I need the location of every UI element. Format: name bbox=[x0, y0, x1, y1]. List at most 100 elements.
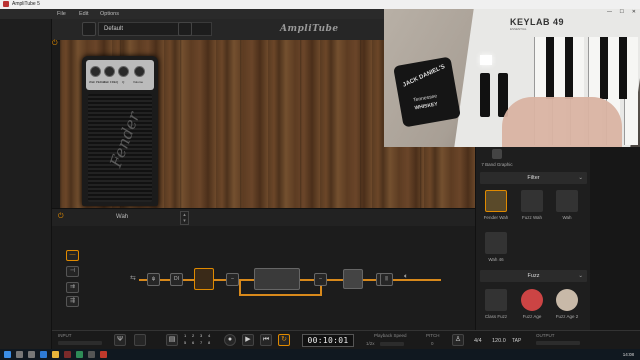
tap-button[interactable]: TAP bbox=[512, 338, 521, 344]
mixer-icon[interactable]: ⫼ bbox=[380, 273, 393, 286]
knob-label: Wah FREQ bbox=[103, 80, 119, 84]
post-slot-empty[interactable]: – bbox=[314, 273, 327, 286]
stage-power-icon[interactable]: ⏻ bbox=[52, 40, 60, 48]
metronome-icon[interactable]: ♙ bbox=[452, 334, 464, 346]
pedal-controls: Wah PEDAL Wah FREQ Q Volume bbox=[86, 60, 154, 90]
amplitube-taskbar-icon[interactable] bbox=[100, 351, 107, 358]
title-bar: AmpliTube 5 bbox=[0, 0, 640, 9]
item-label: Fuzz Age bbox=[522, 314, 542, 319]
stomp-slot-selected[interactable] bbox=[194, 268, 214, 290]
amplitube-window: AmpliTube 5 File Edit Options Default Am… bbox=[0, 0, 640, 360]
pedal-power-icon[interactable]: ⏻ bbox=[58, 213, 64, 221]
tape-icon[interactable]: ▤ bbox=[166, 334, 178, 346]
pedal-arrows-icon[interactable]: ▴ ▾ bbox=[180, 211, 189, 225]
browser-item-fuzz-age-2[interactable]: Fuzz Age 2 bbox=[550, 289, 584, 319]
item-label: 7 Band Graphic bbox=[481, 162, 513, 167]
category-label: Filter bbox=[527, 175, 540, 181]
browser-item-class-fuzz[interactable]: Class Fuzz bbox=[479, 289, 513, 319]
signal-wire bbox=[239, 294, 322, 296]
browser-item-wah[interactable]: Wah bbox=[550, 190, 584, 220]
route-dual-icon[interactable]: ⇶ bbox=[66, 296, 79, 307]
play-icon[interactable]: ▶ bbox=[242, 334, 254, 346]
menu-options[interactable]: Options bbox=[100, 11, 119, 17]
route-single-icon[interactable]: — bbox=[66, 250, 79, 261]
route-split-b-icon[interactable]: ⇉ bbox=[66, 282, 79, 293]
grid-cell[interactable]: 3 bbox=[200, 333, 202, 338]
grid-cell[interactable]: 4 bbox=[208, 333, 210, 338]
maximize-icon[interactable]: ☐ bbox=[620, 9, 624, 15]
route-split-a-icon[interactable]: ⊣ bbox=[66, 266, 79, 277]
tuner-fork-icon[interactable]: Ψ bbox=[114, 334, 126, 346]
menu-file[interactable]: File bbox=[57, 11, 66, 17]
keyboard-brand: KEYLAB 49 bbox=[510, 17, 565, 27]
di-label: DI bbox=[174, 276, 179, 282]
tuner-icon[interactable]: ψ bbox=[147, 273, 160, 286]
app-icon[interactable] bbox=[76, 351, 83, 358]
menu-bar: File Edit Options bbox=[0, 9, 384, 19]
folder-icon[interactable] bbox=[82, 22, 96, 36]
browser-item-fuzz-age[interactable]: Fuzz Age bbox=[515, 289, 549, 319]
category-fuzz[interactable]: Fuzz ⌄ bbox=[480, 270, 587, 282]
explorer-icon[interactable] bbox=[52, 351, 59, 358]
fader bbox=[480, 73, 490, 117]
q-knob[interactable] bbox=[118, 66, 129, 77]
grid-cell[interactable]: 7 bbox=[200, 340, 202, 345]
grid-cell[interactable]: 2 bbox=[192, 333, 194, 338]
cab-slot[interactable] bbox=[343, 269, 363, 289]
grid-cell[interactable]: 8 bbox=[208, 340, 210, 345]
wah-pedal-knob[interactable] bbox=[90, 66, 101, 77]
amp-slot[interactable] bbox=[254, 268, 300, 290]
hand-photo bbox=[502, 97, 622, 147]
signal-chain: — ⊣ ⇉ ⇶ ⇆ ψ DI – – – ⫼ 🔈︎ bbox=[52, 226, 475, 330]
item-label: Fuzz Wah bbox=[521, 215, 543, 220]
category-label: Fuzz bbox=[527, 273, 540, 279]
browser-item-fender-wah[interactable]: Fender Wah bbox=[479, 190, 513, 220]
minimize-icon[interactable]: — bbox=[607, 9, 612, 15]
7band-thumb bbox=[492, 149, 502, 159]
close-icon[interactable]: ✕ bbox=[632, 9, 636, 15]
app-icon[interactable] bbox=[88, 351, 95, 358]
pitch-value: 0 bbox=[431, 341, 434, 346]
search-icon[interactable] bbox=[16, 351, 23, 358]
start-icon[interactable] bbox=[4, 351, 11, 358]
track-grid[interactable]: 1 2 3 4 5 6 7 8 bbox=[184, 333, 214, 348]
menu-edit[interactable]: Edit bbox=[79, 11, 88, 17]
app-icon[interactable] bbox=[64, 351, 71, 358]
grid-cell[interactable]: 5 bbox=[184, 340, 186, 345]
keyboard-sub: ESSENTIAL bbox=[510, 27, 527, 31]
time-signature[interactable]: 4/4 bbox=[474, 338, 482, 344]
chevron-down-icon: ⌄ bbox=[578, 273, 583, 279]
toolbar: Default AmpliTube bbox=[52, 19, 384, 41]
input-meter[interactable] bbox=[58, 341, 102, 345]
pedal-name: Wah bbox=[116, 214, 129, 220]
di-node[interactable]: DI bbox=[170, 273, 183, 286]
record-icon[interactable]: ● bbox=[224, 334, 236, 346]
edge-icon[interactable] bbox=[40, 351, 47, 358]
save-icon[interactable] bbox=[178, 22, 192, 36]
rewind-icon[interactable]: ⏮ bbox=[260, 334, 272, 346]
playback-speed-value: 1/2x bbox=[366, 341, 375, 346]
browser-item-7band[interactable]: 7 Band Graphic bbox=[480, 149, 514, 167]
bpm-value[interactable]: 120.0 bbox=[492, 338, 506, 344]
coaster-text: JACK DANIEL'S bbox=[402, 63, 447, 89]
record-arm-icon[interactable] bbox=[134, 334, 146, 346]
wah-thumb bbox=[556, 190, 578, 212]
browser-item-fuzz-wah[interactable]: Fuzz Wah bbox=[515, 190, 549, 220]
category-filter[interactable]: Filter ⌄ bbox=[480, 172, 587, 184]
volume-knob[interactable] bbox=[134, 66, 145, 77]
stomp-slot-empty[interactable]: – bbox=[226, 273, 239, 286]
loop-icon[interactable]: ↻ bbox=[278, 334, 290, 346]
clock: 14:08 bbox=[622, 352, 634, 357]
browser-item-wah-46[interactable]: Wah 46 bbox=[479, 232, 513, 262]
taskview-icon[interactable] bbox=[28, 351, 35, 358]
grid-cell[interactable]: 6 bbox=[192, 340, 194, 345]
wah-freq-knob[interactable] bbox=[104, 66, 115, 77]
webcam-overlay: KEYLAB 49 ESSENTIAL JACK DANIEL'S Tennes… bbox=[384, 9, 640, 147]
preset-selector[interactable]: Default bbox=[98, 22, 212, 36]
knob-label: Q bbox=[122, 80, 125, 84]
piano-key-black bbox=[546, 37, 554, 99]
input-icon: ⇆ bbox=[130, 275, 136, 282]
output-meter[interactable] bbox=[536, 341, 580, 345]
playback-speed-slider[interactable] bbox=[380, 342, 404, 346]
grid-cell[interactable]: 1 bbox=[184, 333, 186, 338]
